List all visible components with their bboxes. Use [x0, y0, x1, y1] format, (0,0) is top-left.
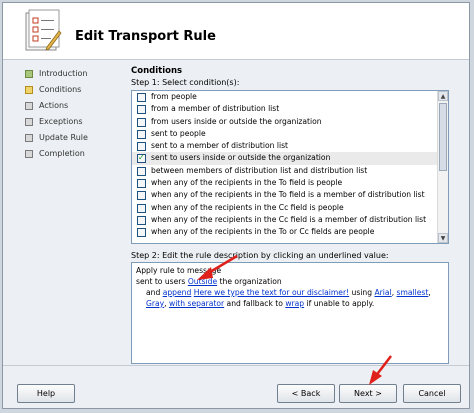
step1-label: Step 1: Select condition(s):	[131, 78, 240, 87]
condition-item[interactable]: when any of the recipients in the Cc fie…	[132, 214, 448, 226]
append-link[interactable]: append	[163, 288, 192, 297]
condition-label: sent to a member of distribution list	[151, 141, 289, 151]
font-size-link[interactable]: smallest	[397, 288, 429, 297]
nav-step-label: Update Rule	[39, 133, 88, 142]
condition-label: between members of distribution list and…	[151, 165, 368, 175]
condition-label: when any of the recipients in the To fie…	[151, 178, 343, 188]
description-line: and append Here we type the text for our…	[146, 288, 431, 308]
nav-step-exceptions[interactable]: Exceptions	[23, 114, 123, 130]
nav-step-label: Actions	[39, 101, 69, 110]
condition-checkbox[interactable]	[137, 191, 146, 201]
font-link[interactable]: Arial	[374, 288, 391, 297]
description-line: sent to users Outside the organization	[136, 277, 282, 286]
condition-label: when any of the recipients in the Cc fie…	[151, 202, 344, 212]
condition-item[interactable]: sent to people	[132, 128, 448, 140]
condition-checkbox[interactable]	[137, 117, 146, 127]
condition-item[interactable]: from a member of distribution list	[132, 103, 448, 115]
condition-item[interactable]: from users inside or outside the organiz…	[132, 116, 448, 128]
condition-checkbox[interactable]	[137, 129, 146, 139]
conditions-scrollbar[interactable]: ▲ ▼	[437, 91, 448, 243]
nav-step-update-rule[interactable]: Update Rule	[23, 130, 123, 146]
scroll-thumb[interactable]	[439, 103, 447, 171]
step-status-icon	[25, 134, 33, 142]
step-status-icon	[25, 102, 33, 110]
condition-checkbox-checked[interactable]	[137, 152, 146, 164]
condition-checkbox[interactable]	[137, 105, 146, 115]
condition-checkbox[interactable]	[137, 142, 146, 152]
nav-step-label: Conditions	[39, 85, 82, 94]
condition-checkbox[interactable]	[137, 228, 146, 238]
nav-step-conditions[interactable]: Conditions	[23, 82, 123, 98]
fallback-action-link[interactable]: wrap	[285, 299, 304, 308]
scroll-down-arrow-icon[interactable]: ▼	[438, 233, 448, 243]
condition-checkbox[interactable]	[137, 179, 146, 189]
footer-separator	[3, 365, 469, 366]
cancel-button[interactable]: Cancel	[403, 384, 461, 403]
wizard-header: Edit Transport Rule	[3, 3, 469, 60]
condition-label: when any of the recipients in the Cc fie…	[151, 214, 427, 224]
condition-checkbox[interactable]	[137, 215, 146, 225]
condition-label: when any of the recipients in the To or …	[151, 227, 375, 237]
condition-item-selected[interactable]: sent to users inside or outside the orga…	[132, 152, 448, 165]
nav-step-label: Exceptions	[39, 117, 83, 126]
help-button[interactable]: Help	[17, 384, 75, 403]
separator-link[interactable]: with separator	[169, 299, 224, 308]
nav-step-introduction[interactable]: Introduction	[23, 66, 123, 82]
rule-description-box: Apply rule to message sent to users Outs…	[131, 262, 449, 364]
wizard-window: Edit Transport Rule Introduction Conditi…	[2, 2, 470, 409]
condition-item[interactable]: from people	[132, 91, 448, 103]
step-status-icon	[25, 70, 33, 78]
condition-item[interactable]: between members of distribution list and…	[132, 165, 448, 177]
annotation-arrow-icon	[197, 254, 238, 280]
nav-step-label: Completion	[39, 149, 85, 158]
condition-label: from a member of distribution list	[151, 104, 280, 114]
condition-item[interactable]: when any of the recipients in the Cc fie…	[132, 202, 448, 214]
condition-label: from users inside or outside the organiz…	[151, 116, 322, 126]
section-heading: Conditions	[131, 66, 183, 76]
condition-item[interactable]: when any of the recipients in the To fie…	[132, 189, 448, 201]
condition-label: from people	[151, 92, 197, 101]
wizard-title: Edit Transport Rule	[75, 29, 216, 44]
condition-label: sent to people	[151, 128, 206, 138]
disclaimer-text-link[interactable]: Here we type the text for our disclaimer…	[194, 288, 349, 297]
step2-label: Step 2: Edit the rule description by cli…	[131, 251, 389, 260]
nav-step-completion[interactable]: Completion	[23, 146, 123, 162]
condition-item[interactable]: sent to a member of distribution list	[132, 140, 448, 152]
conditions-panel: Conditions Step 1: Select condition(s): …	[131, 66, 451, 364]
scroll-up-arrow-icon[interactable]: ▲	[438, 91, 448, 101]
wizard-steps-nav: Introduction Conditions Actions Exceptio…	[23, 66, 123, 162]
step-status-icon	[25, 118, 33, 126]
step-status-icon	[25, 86, 33, 94]
description-line: Apply rule to message	[136, 266, 222, 275]
condition-item[interactable]: when any of the recipients in the To or …	[132, 226, 448, 238]
back-button[interactable]: < Back	[277, 384, 335, 403]
nav-step-label: Introduction	[39, 69, 88, 78]
condition-checkbox[interactable]	[137, 166, 146, 176]
font-color-link[interactable]: Gray	[146, 299, 164, 308]
condition-checkbox[interactable]	[137, 93, 146, 102]
condition-checkbox[interactable]	[137, 203, 146, 213]
condition-item[interactable]: when any of the recipients in the To fie…	[132, 177, 448, 189]
wizard-checklist-icon	[25, 9, 62, 51]
nav-step-actions[interactable]: Actions	[23, 98, 123, 114]
annotation-arrow-icon	[369, 355, 392, 385]
step-status-icon	[25, 150, 33, 158]
conditions-list[interactable]: from people from a member of distributio…	[131, 90, 449, 244]
condition-label: when any of the recipients in the To fie…	[151, 190, 425, 200]
condition-label: sent to users inside or outside the orga…	[151, 153, 331, 163]
